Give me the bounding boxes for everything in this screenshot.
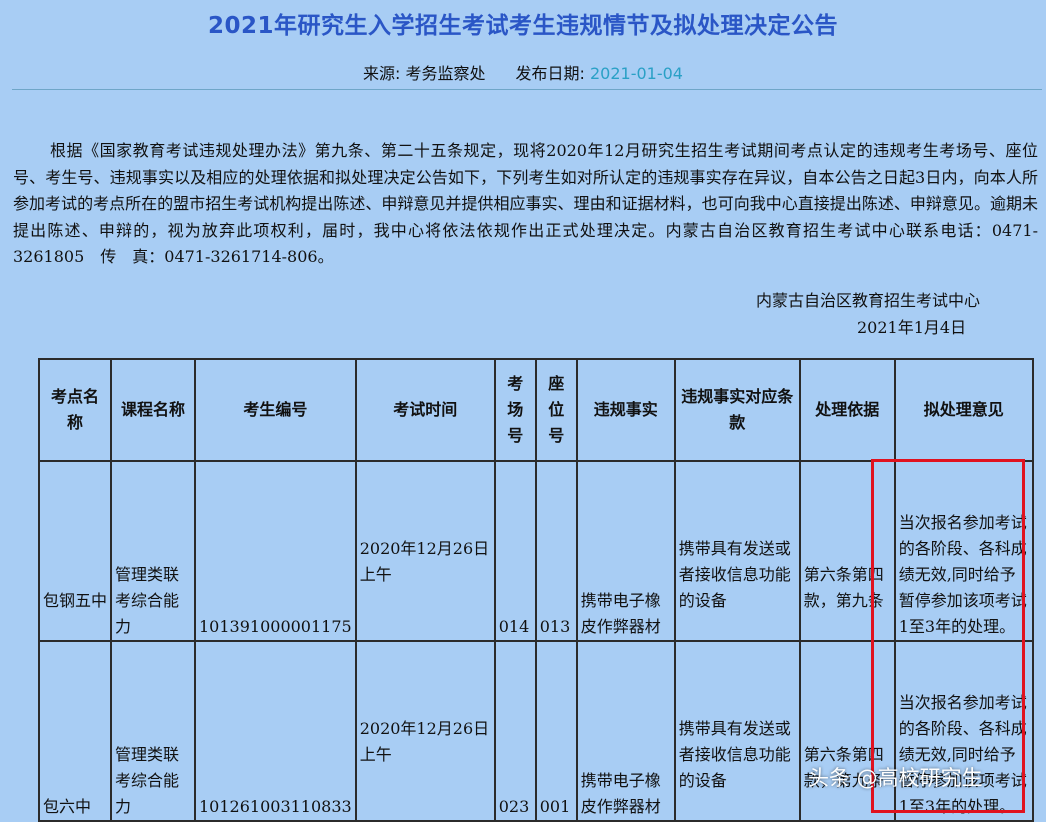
cell-seat: 013	[534, 460, 578, 642]
watermark: 头条 @高校研究生	[808, 766, 983, 790]
cell-clause: 携带具有发送或者接收信息功能的设备	[673, 460, 801, 642]
table-header-row: 考点名称 课程名称 考生编号 考试时间 考场号 座位号 违规事实 违规事实对应条…	[38, 358, 1034, 462]
cell-candidate-id: 101261003110833	[194, 640, 357, 822]
header-exam-time: 考试时间	[354, 358, 496, 462]
header-basis: 处理依据	[798, 358, 896, 462]
highlight-box	[871, 459, 1025, 813]
notice-paragraph: 根据《国家教育考试违规处理办法》第九条、第二十五条规定，现将2020年12月研究…	[13, 141, 1038, 266]
cell-exam-time: 2020年12月26日上午	[354, 460, 496, 642]
cell-room: 023	[493, 640, 537, 822]
cell-clause: 携带具有发送或者接收信息功能的设备	[673, 640, 801, 822]
cell-course: 管理类联考综合能力	[110, 460, 196, 642]
cell-seat: 001	[534, 640, 578, 822]
divider	[12, 89, 1042, 90]
date-label: 发布日期:	[515, 64, 590, 83]
cell-site: 包钢五中	[38, 460, 112, 642]
header-site: 考点名称	[38, 358, 112, 462]
header-candidate-id: 考生编号	[194, 358, 357, 462]
header-decision: 拟处理意见	[893, 358, 1034, 462]
signature-org: 内蒙古自治区教育招生考试中心	[756, 291, 981, 310]
cell-course: 管理类联考综合能力	[110, 640, 196, 822]
cell-room: 014	[493, 460, 537, 642]
header-course: 课程名称	[110, 358, 196, 462]
header-clause: 违规事实对应条款	[673, 358, 801, 462]
cell-violation: 携带电子橡皮作弊器材	[575, 640, 676, 822]
signature-date: 2021年1月4日	[857, 318, 967, 337]
cell-candidate-id: 101391000001175	[194, 460, 357, 642]
source-label: 来源: 考务监察处	[363, 64, 486, 83]
cell-violation: 携带电子橡皮作弊器材	[575, 460, 676, 642]
header-room: 考场号	[493, 358, 537, 462]
cell-site: 包六中	[38, 640, 112, 822]
cell-exam-time: 2020年12月26日上午	[354, 640, 496, 822]
article-meta: 来源: 考务监察处 发布日期: 2021-01-04	[0, 60, 1046, 84]
page-title: 2021年研究生入学招生考试考生违规情节及拟处理决定公告	[207, 13, 838, 39]
header-seat: 座位号	[534, 358, 578, 462]
header-violation: 违规事实	[575, 358, 676, 462]
publish-date: 2021-01-04	[589, 64, 683, 83]
